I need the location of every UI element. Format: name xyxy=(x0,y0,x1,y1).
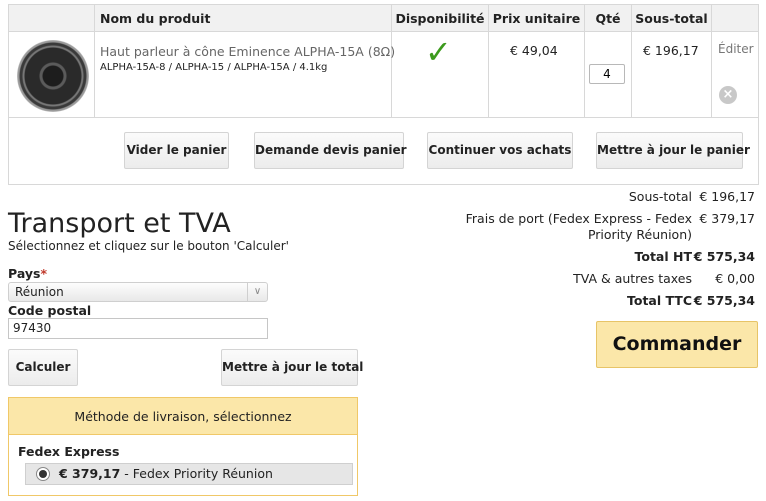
country-label-text: Pays xyxy=(8,266,41,281)
tax-value: € 0,00 xyxy=(715,271,755,286)
shipping-option-price: € 379,17 xyxy=(59,466,121,481)
shipping-cost-value: € 379,17 xyxy=(699,211,755,226)
item-subtotal: € 196,17 xyxy=(643,43,699,58)
shipping-option-label: - Fedex Priority Réunion xyxy=(120,466,273,481)
calculate-button[interactable]: Calculer xyxy=(8,349,78,386)
header-image-cell xyxy=(9,5,95,32)
empty-cart-button[interactable]: Vider le panier xyxy=(124,132,229,169)
radio-selected-icon[interactable] xyxy=(36,467,50,481)
quantity-input[interactable] xyxy=(589,64,625,84)
country-select-value: Réunion xyxy=(15,285,64,299)
shipping-option[interactable]: € 379,17 - Fedex Priority Réunion xyxy=(25,463,353,485)
header-unit-price: Prix unitaire xyxy=(489,5,585,32)
header-product: Nom du produit xyxy=(95,5,392,32)
shipping-method-header: Méthode de livraison, sélectionnez xyxy=(9,398,357,435)
total-ht-label: Total HT xyxy=(634,249,693,264)
total-ht-value: € 575,34 xyxy=(693,249,755,264)
cart-table: Nom du produit Disponibilité Prix unitai… xyxy=(8,4,759,185)
product-name-link[interactable]: Haut parleur à cône Eminence ALPHA-15A (… xyxy=(100,44,395,59)
transport-title: Transport et TVA xyxy=(8,208,231,239)
continue-shopping-button[interactable]: Continuer vos achats xyxy=(427,132,573,169)
check-icon: ✓ xyxy=(425,33,452,71)
edit-link[interactable]: Éditer xyxy=(718,42,754,56)
update-total-button[interactable]: Mettre à jour le total xyxy=(221,349,363,386)
unit-price: € 49,04 xyxy=(510,43,558,58)
update-cart-button[interactable]: Mettre à jour le panier xyxy=(596,132,750,169)
country-label: Pays* xyxy=(8,266,47,281)
shipping-cost-label-line1: Frais de port (Fedex Express - Fedex xyxy=(465,211,692,226)
tax-label: TVA & autres taxes xyxy=(573,271,692,286)
country-select[interactable]: Réunion ∨ xyxy=(8,282,268,302)
quote-cart-button[interactable]: Demande devis panier xyxy=(254,132,407,169)
shipping-method-box: Méthode de livraison, sélectionnez Fedex… xyxy=(8,397,358,496)
order-button[interactable]: Commander xyxy=(596,321,758,368)
required-mark: * xyxy=(40,266,48,281)
postal-code-input[interactable]: 97430 xyxy=(8,318,268,339)
chevron-down-icon: ∨ xyxy=(247,283,267,301)
total-ttc-label: Total TTC xyxy=(626,293,692,308)
header-availability: Disponibilité xyxy=(392,5,489,32)
product-image[interactable] xyxy=(17,40,89,112)
header-qty: Qté xyxy=(585,5,632,32)
shipping-cost-label-line2: Priority Réunion) xyxy=(587,227,692,242)
carrier-name: Fedex Express xyxy=(18,444,120,459)
total-ttc-value: € 575,34 xyxy=(693,293,755,308)
cart-header-row: Nom du produit Disponibilité Prix unitai… xyxy=(9,5,758,32)
cart-item-row: Haut parleur à cône Eminence ALPHA-15A (… xyxy=(9,32,758,118)
product-details: ALPHA-15A-8 / ALPHA-15 / ALPHA-15A / 4.1… xyxy=(100,62,328,73)
close-icon[interactable]: × xyxy=(719,86,737,104)
header-subtotal: Sous-total xyxy=(632,5,712,32)
transport-hint: Sélectionnez et cliquez sur le bouton 'C… xyxy=(8,239,289,253)
subtotal-value: € 196,17 xyxy=(699,189,755,204)
postal-code-label: Code postal xyxy=(8,303,92,318)
subtotal-label: Sous-total xyxy=(628,189,692,204)
